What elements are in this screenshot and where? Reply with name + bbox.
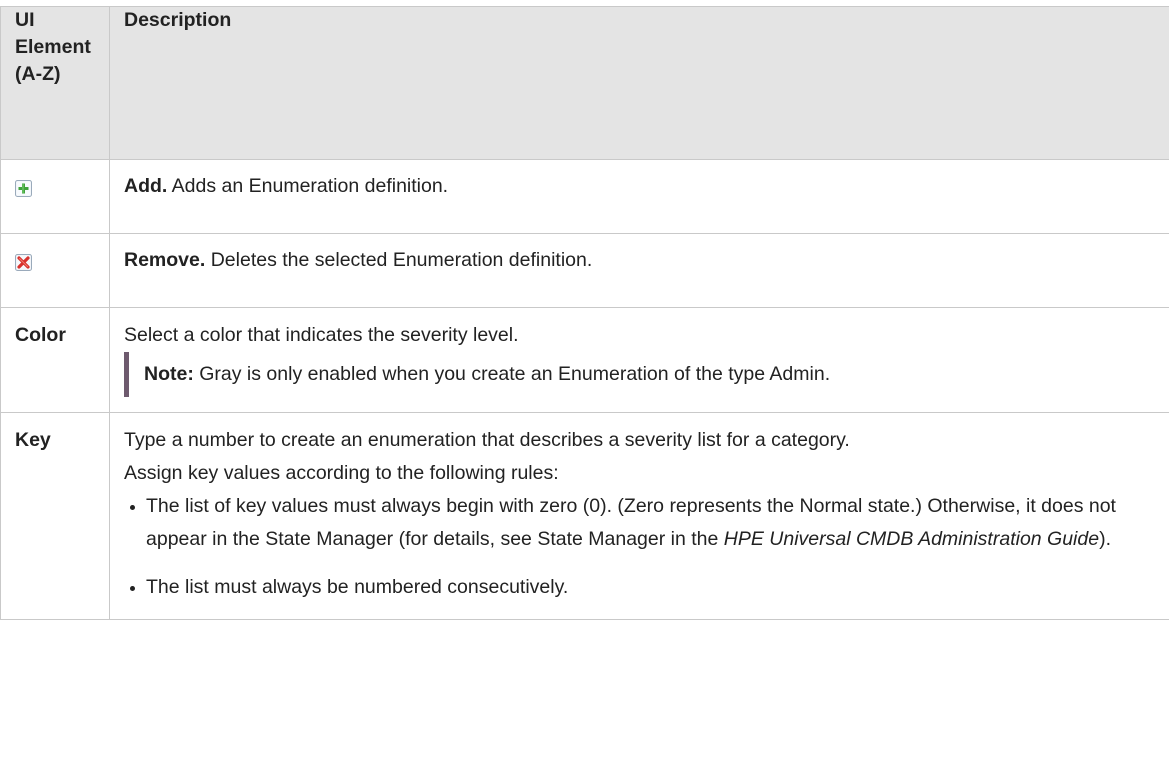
header-ui-element-line2: Element bbox=[15, 36, 91, 58]
table-row-color: Color Select a color that indicates the … bbox=[0, 307, 1169, 413]
note-text: Gray is only enabled when you create an … bbox=[193, 363, 831, 385]
element-cell-color: Color bbox=[0, 307, 110, 413]
remove-description-bold: Remove. bbox=[124, 249, 206, 271]
table-header-row: UI Element (A-Z) Description bbox=[0, 6, 1169, 160]
note-label: Note: bbox=[144, 363, 194, 385]
list-item: The list of key values must always begin… bbox=[124, 490, 1156, 556]
description-cell-key: Type a number to create an enumeration t… bbox=[109, 412, 1169, 620]
admin-guide-reference: HPE Universal CMDB Administration Guide bbox=[723, 528, 1100, 550]
remove-x-icon bbox=[15, 249, 32, 272]
header-ui-element-line1: UI bbox=[15, 9, 35, 31]
header-ui-element-line3: (A-Z) bbox=[15, 63, 61, 85]
description-cell-add: Add. Adds an Enumeration definition. bbox=[109, 159, 1169, 234]
rule1-text-b: ). bbox=[1099, 528, 1112, 550]
header-description: Description bbox=[109, 6, 1169, 160]
key-description-2: Assign key values according to the follo… bbox=[124, 462, 559, 484]
ui-elements-table: UI Element (A-Z) Description Add. Adds a… bbox=[0, 6, 1169, 620]
element-cell-remove bbox=[0, 233, 110, 308]
remove-description-text: Deletes the selected Enumeration definit… bbox=[205, 249, 593, 271]
add-description-text: Adds an Enumeration definition. bbox=[167, 175, 449, 197]
table-row-key: Key Type a number to create an enumerati… bbox=[0, 412, 1169, 620]
element-cell-key: Key bbox=[0, 412, 110, 620]
note-callout: Note: Gray is only enabled when you crea… bbox=[124, 352, 1156, 397]
description-cell-color: Select a color that indicates the severi… bbox=[109, 307, 1169, 413]
key-rules-list: The list of key values must always begin… bbox=[124, 490, 1156, 604]
description-cell-remove: Remove. Deletes the selected Enumeration… bbox=[109, 233, 1169, 308]
table-row-remove: Remove. Deletes the selected Enumeration… bbox=[0, 233, 1169, 308]
add-plus-icon bbox=[15, 175, 32, 198]
color-description: Select a color that indicates the severi… bbox=[124, 324, 519, 346]
list-item: The list must always be numbered consecu… bbox=[124, 571, 1156, 604]
key-description-1: Type a number to create an enumeration t… bbox=[124, 429, 850, 451]
table-row-add: Add. Adds an Enumeration definition. bbox=[0, 159, 1169, 234]
header-ui-element: UI Element (A-Z) bbox=[0, 6, 110, 160]
element-cell-add bbox=[0, 159, 110, 234]
add-description-bold: Add. bbox=[124, 175, 168, 197]
